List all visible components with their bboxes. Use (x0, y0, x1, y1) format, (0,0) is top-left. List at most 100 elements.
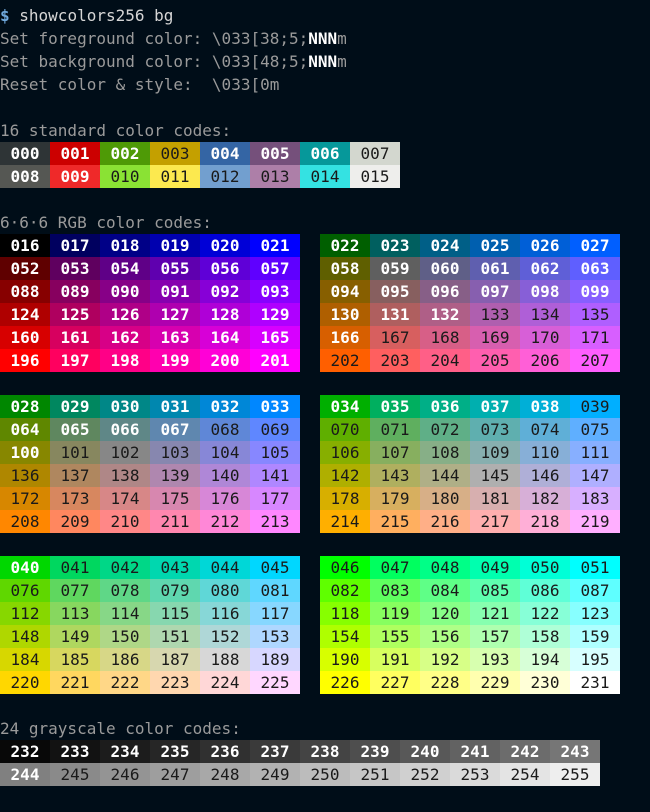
color-cell-085: 085 (470, 579, 520, 602)
color-cell-200: 200 (200, 349, 250, 372)
color-cell-177: 177 (250, 487, 300, 510)
color-cell-203: 203 (370, 349, 420, 372)
color-cell-010: 010 (100, 165, 150, 188)
color-cell-197: 197 (50, 349, 100, 372)
color-cell-023: 023 (370, 234, 420, 257)
color-cell-135: 135 (570, 303, 620, 326)
color-cell-037: 037 (470, 395, 520, 418)
color-cell-120: 120 (420, 602, 470, 625)
command-text: showcolors256 bg (9, 6, 174, 25)
color-cell-162: 162 (100, 326, 150, 349)
color-cell-195: 195 (570, 648, 620, 671)
color-cell-105: 105 (250, 441, 300, 464)
command-line: $ showcolors256 bg (0, 4, 173, 27)
color-cell-238: 238 (300, 740, 350, 763)
color-cell-081: 081 (250, 579, 300, 602)
color-cell-031: 031 (150, 395, 200, 418)
color-cell-125: 125 (50, 303, 100, 326)
color-cell-064: 064 (0, 418, 50, 441)
color-cell-230: 230 (520, 671, 570, 694)
color-cell-075: 075 (570, 418, 620, 441)
color-cell-149: 149 (50, 625, 100, 648)
bg-prefix: Set background color: \033[48;5; (0, 52, 309, 71)
color-cell-223: 223 (150, 671, 200, 694)
color-cell-084: 084 (420, 579, 470, 602)
color-cell-041: 041 (50, 556, 100, 579)
color-cell-067: 067 (150, 418, 200, 441)
color-cell-036: 036 (420, 395, 470, 418)
color-cell-158: 158 (520, 625, 570, 648)
color-cell-233: 233 (50, 740, 100, 763)
prompt-symbol: $ (0, 6, 10, 25)
color-cell-093: 093 (250, 280, 300, 303)
color-cell-240: 240 (400, 740, 450, 763)
color-cell-113: 113 (50, 602, 100, 625)
color-cell-138: 138 (100, 464, 150, 487)
color-cell-207: 207 (570, 349, 620, 372)
color-cell-166: 166 (320, 326, 370, 349)
color-cell-078: 078 (100, 579, 150, 602)
color-cell-092: 092 (200, 280, 250, 303)
color-cell-178: 178 (320, 487, 370, 510)
color-cell-080: 080 (200, 579, 250, 602)
color-cell-155: 155 (370, 625, 420, 648)
color-cell-126: 126 (100, 303, 150, 326)
color-cell-192: 192 (420, 648, 470, 671)
color-cell-133: 133 (470, 303, 520, 326)
color-cell-136: 136 (0, 464, 50, 487)
color-cell-027: 027 (570, 234, 620, 257)
color-cell-210: 210 (100, 510, 150, 533)
fg-suffix: m (337, 29, 347, 48)
color-cell-056: 056 (200, 257, 250, 280)
color-cell-118: 118 (320, 602, 370, 625)
color-cell-035: 035 (370, 395, 420, 418)
color-cell-137: 137 (50, 464, 100, 487)
color-cell-220: 220 (0, 671, 50, 694)
color-cell-116: 116 (200, 602, 250, 625)
color-cell-237: 237 (250, 740, 300, 763)
color-cell-091: 091 (150, 280, 200, 303)
color-cell-132: 132 (420, 303, 470, 326)
color-cell-032: 032 (200, 395, 250, 418)
bg-suffix: m (337, 52, 347, 71)
color-cell-221: 221 (50, 671, 100, 694)
color-cell-225: 225 (250, 671, 300, 694)
color-cell-205: 205 (470, 349, 520, 372)
color-cell-021: 021 (250, 234, 300, 257)
color-cell-060: 060 (420, 257, 470, 280)
color-cell-143: 143 (370, 464, 420, 487)
color-cell-226: 226 (320, 671, 370, 694)
color-cell-244: 244 (0, 763, 50, 786)
color-cell-005: 005 (250, 142, 300, 165)
color-cell-069: 069 (250, 418, 300, 441)
color-cell-224: 224 (200, 671, 250, 694)
color-cell-193: 193 (470, 648, 520, 671)
color-cell-123: 123 (570, 602, 620, 625)
color-cell-117: 117 (250, 602, 300, 625)
color-cell-253: 253 (450, 763, 500, 786)
color-cell-219: 219 (570, 510, 620, 533)
color-cell-163: 163 (150, 326, 200, 349)
color-cell-131: 131 (370, 303, 420, 326)
color-cell-239: 239 (350, 740, 400, 763)
color-cell-022: 022 (320, 234, 370, 257)
color-cell-173: 173 (50, 487, 100, 510)
color-cell-188: 188 (200, 648, 250, 671)
color-cell-039: 039 (570, 395, 620, 418)
color-cell-144: 144 (420, 464, 470, 487)
color-cell-148: 148 (0, 625, 50, 648)
color-cell-115: 115 (150, 602, 200, 625)
color-cell-202: 202 (320, 349, 370, 372)
color-cell-122: 122 (520, 602, 570, 625)
color-cell-114: 114 (100, 602, 150, 625)
color-cell-071: 071 (370, 418, 420, 441)
color-cell-156: 156 (420, 625, 470, 648)
color-cell-103: 103 (150, 441, 200, 464)
color-cell-216: 216 (420, 510, 470, 533)
color-cell-097: 097 (470, 280, 520, 303)
color-cell-030: 030 (100, 395, 150, 418)
color-cell-154: 154 (320, 625, 370, 648)
color-cell-102: 102 (100, 441, 150, 464)
color-cell-066: 066 (100, 418, 150, 441)
color-cell-049: 049 (470, 556, 520, 579)
